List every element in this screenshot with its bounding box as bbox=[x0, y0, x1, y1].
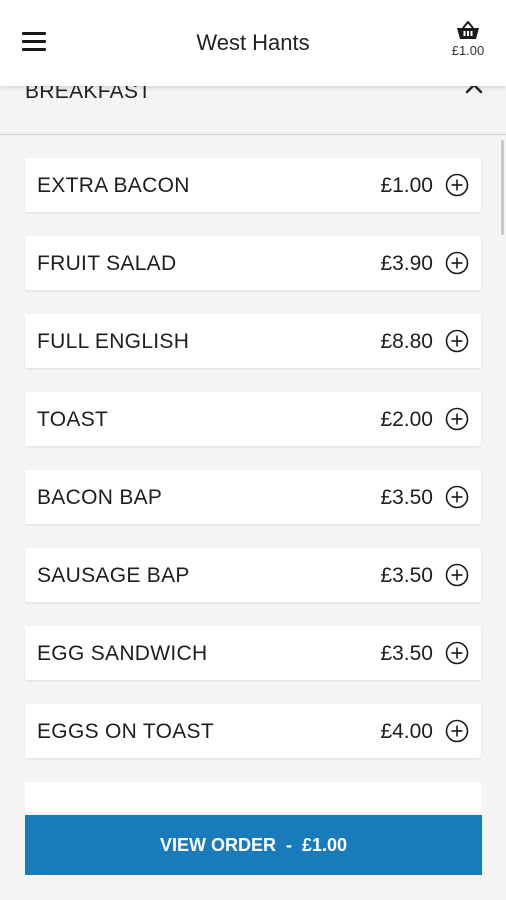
plus-circle-icon[interactable] bbox=[445, 563, 469, 587]
plus-circle-icon[interactable] bbox=[445, 173, 469, 197]
menu-item[interactable]: EGGS ON TOAST £4.00 bbox=[25, 704, 481, 758]
menu-item[interactable]: TOAST £2.00 bbox=[25, 392, 481, 446]
menu-item[interactable]: EXTRA BACON £1.00 bbox=[25, 158, 481, 212]
item-price: £3.50 bbox=[380, 486, 433, 509]
item-name: SAUSAGE BAP bbox=[37, 564, 190, 587]
plus-circle-icon[interactable] bbox=[445, 407, 469, 431]
plus-circle-icon[interactable] bbox=[445, 641, 469, 665]
item-name: EGG SANDWICH bbox=[37, 642, 208, 665]
basket-icon bbox=[457, 21, 479, 39]
menu-item[interactable]: EGG SANDWICH £3.50 bbox=[25, 626, 481, 680]
menu-item[interactable]: BACON BAP £3.50 bbox=[25, 470, 481, 524]
plus-circle-icon[interactable] bbox=[445, 485, 469, 509]
menu-item[interactable]: FRUIT SALAD £3.90 bbox=[25, 236, 481, 290]
plus-circle-icon[interactable] bbox=[445, 719, 469, 743]
view-order-total: £1.00 bbox=[301, 835, 348, 855]
item-price: £8.80 bbox=[380, 330, 433, 353]
item-name: BACON BAP bbox=[37, 486, 163, 509]
item-name: FRUIT SALAD bbox=[37, 252, 177, 275]
menu-item[interactable]: SAUSAGE BAP £3.50 bbox=[25, 548, 481, 602]
app-header: West Hants £1.00 bbox=[0, 0, 506, 86]
hamburger-menu-icon[interactable] bbox=[22, 30, 48, 54]
item-name: TOAST bbox=[37, 408, 109, 431]
basket-total: £1.00 bbox=[451, 43, 485, 58]
scrollbar[interactable] bbox=[501, 140, 504, 235]
menu-item-partial[interactable] bbox=[25, 782, 481, 812]
plus-circle-icon[interactable] bbox=[445, 251, 469, 275]
item-name: EGGS ON TOAST bbox=[37, 720, 214, 743]
item-price: £4.00 bbox=[380, 720, 433, 743]
menu-item[interactable]: FULL ENGLISH £8.80 bbox=[25, 314, 481, 368]
item-price: £3.50 bbox=[380, 564, 433, 587]
item-price: £1.00 bbox=[380, 174, 433, 197]
view-order-separator: - bbox=[285, 835, 292, 855]
view-order-button[interactable]: VIEW ORDER - £1.00 bbox=[25, 815, 482, 875]
item-price: £2.00 bbox=[380, 408, 433, 431]
menu-item-list: EXTRA BACON £1.00 FRUIT SALAD £3.90 FULL… bbox=[25, 158, 481, 836]
app-screen: BREAKFAST West Hants £1.00 EXTRA BACON £… bbox=[0, 0, 506, 900]
item-name: EXTRA BACON bbox=[37, 174, 190, 197]
item-name: FULL ENGLISH bbox=[37, 330, 190, 353]
plus-circle-icon[interactable] bbox=[445, 329, 469, 353]
basket-button[interactable]: £1.00 bbox=[444, 20, 492, 58]
item-price: £3.90 bbox=[380, 252, 433, 275]
view-order-label: VIEW ORDER bbox=[159, 835, 276, 855]
item-price: £3.50 bbox=[380, 642, 433, 665]
venue-title: West Hants bbox=[196, 30, 310, 55]
